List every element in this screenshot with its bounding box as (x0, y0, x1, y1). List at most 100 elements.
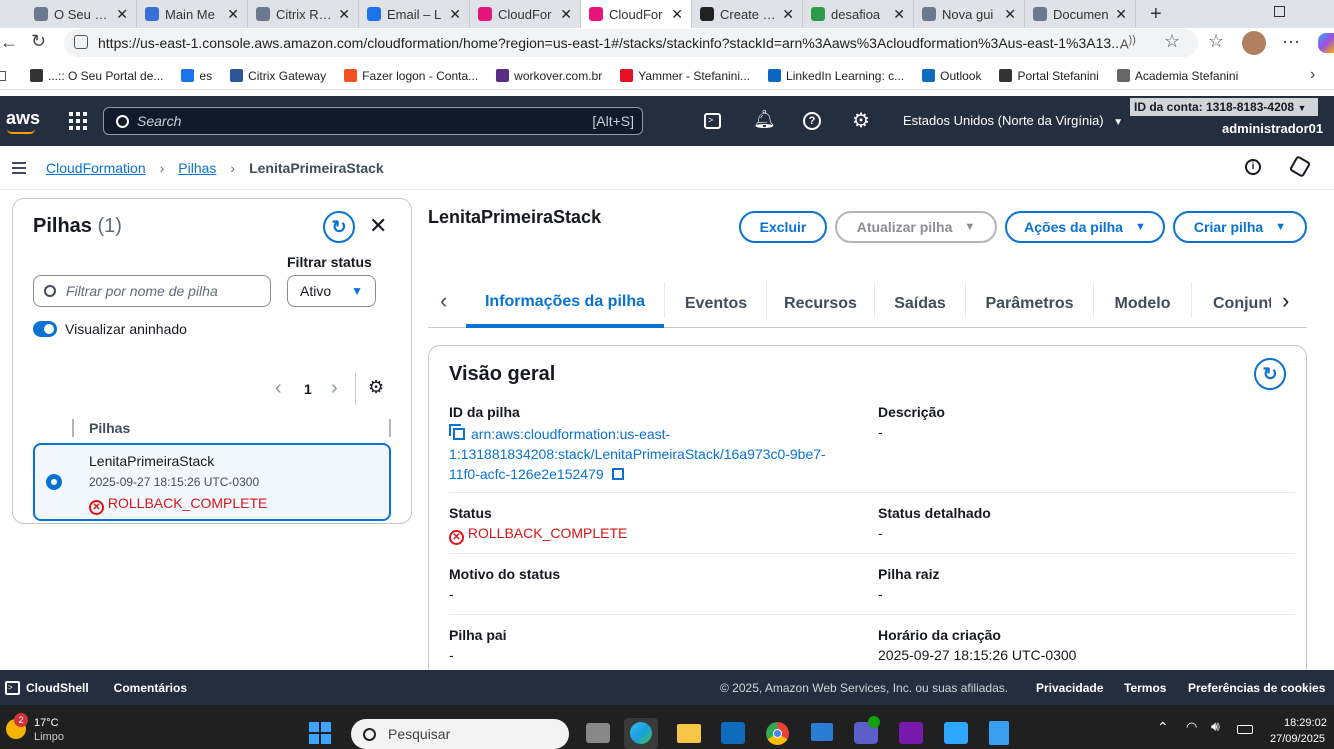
tab-close-icon[interactable]: ✕ (782, 6, 794, 23)
tab-events[interactable]: Eventos (666, 280, 766, 328)
more-menu-icon[interactable]: ··· (1282, 31, 1300, 52)
external-link-icon[interactable] (611, 468, 624, 480)
aws-search-input[interactable]: Search [Alt+S] (103, 107, 643, 135)
info-icon[interactable]: i (1245, 159, 1261, 175)
browser-tab[interactable]: Documen ✕ (1025, 0, 1136, 28)
update-stack-button[interactable]: Atualizar pilha ▼ (835, 211, 997, 243)
help-icon[interactable]: ? (803, 112, 821, 130)
notifications-panel-icon[interactable] (1288, 155, 1312, 178)
tab-close-icon[interactable]: ✕ (116, 6, 128, 23)
bookmark-item[interactable]: es (181, 69, 212, 83)
refresh-button[interactable]: ↻ (323, 211, 355, 243)
tabs-scroll-left-icon[interactable]: ‹ (440, 288, 447, 314)
chrome-taskbar-icon[interactable] (766, 722, 789, 745)
refresh-icon[interactable]: ↻ (31, 31, 46, 52)
overview-refresh-button[interactable]: ↻ (1254, 358, 1286, 390)
tab-close-icon[interactable]: ✕ (449, 6, 461, 23)
browser-tab[interactable]: CloudFor ✕ (470, 0, 581, 28)
copy-icon[interactable] (453, 428, 465, 440)
bookmark-item[interactable]: LinkedIn Learning: c... (768, 69, 904, 83)
bookmark-item[interactable]: Citrix Gateway (230, 69, 326, 83)
tab-change-sets[interactable]: Conjunt (1213, 280, 1271, 328)
breadcrumb-pilhas[interactable]: Pilhas (178, 160, 216, 176)
account-id-badge[interactable]: ID da conta: 1318-8183-4208 ▼ (1130, 98, 1318, 116)
site-info-icon[interactable] (74, 35, 88, 49)
feedback-link[interactable]: Comentários (114, 681, 187, 695)
bookmark-item[interactable]: Yammer - Stefanini... (620, 69, 750, 83)
notifications-bell-icon[interactable]: 🔔︎ (753, 109, 776, 130)
url-field[interactable]: https://us-east-1.console.aws.amazon.com… (64, 29, 1198, 57)
new-tab-button[interactable]: + (1150, 3, 1162, 26)
vscode-taskbar-icon[interactable] (944, 722, 968, 744)
stack-radio-selected[interactable] (46, 474, 62, 490)
tab-close-icon[interactable]: ✕ (338, 6, 350, 23)
teams-taskbar-icon[interactable] (854, 716, 880, 744)
tab-outputs[interactable]: Saídas (875, 280, 965, 328)
bookmark-item[interactable]: Outlook (922, 69, 981, 83)
bookmark-item[interactable]: ...:: O Seu Portal de... (30, 69, 163, 83)
read-aloud-icon[interactable]: A)) (1120, 34, 1136, 51)
bookmark-item[interactable]: workover.com.br (496, 69, 602, 83)
weather-widget[interactable]: 2 17°C Limpo (4, 713, 84, 745)
browser-tab[interactable]: desafioa ✕ (803, 0, 914, 28)
outlook-taskbar-icon[interactable] (721, 722, 745, 744)
onenote-taskbar-icon[interactable] (899, 722, 923, 744)
windows-start-icon[interactable] (309, 722, 331, 744)
browser-tab[interactable]: Citrix Rec ✕ (248, 0, 359, 28)
browser-tab[interactable]: CloudFor ✕ (581, 0, 692, 28)
column-header-stacks[interactable]: Pilhas (89, 420, 130, 436)
stack-actions-button[interactable]: Ações da pilha ▼ (1005, 211, 1165, 243)
bookmarks-edge-icon[interactable] (0, 70, 6, 81)
favorite-star-icon[interactable]: ☆ (1164, 31, 1180, 52)
delete-stack-button[interactable]: Excluir (739, 211, 827, 243)
tab-parameters[interactable]: Parâmetros (966, 280, 1093, 328)
pagination-next-icon[interactable]: › (331, 377, 338, 400)
side-nav-menu-icon[interactable] (12, 161, 26, 174)
bookmarks-more-chevron-icon[interactable]: › (1310, 66, 1315, 84)
back-icon[interactable]: ← (0, 32, 18, 53)
tab-close-icon[interactable]: ✕ (1115, 6, 1127, 23)
close-icon[interactable]: ✕ (369, 213, 387, 239)
copilot-icon[interactable] (1318, 33, 1334, 53)
remote-desktop-icon[interactable] (811, 723, 833, 741)
services-grid-icon[interactable] (69, 112, 87, 130)
notepad-taskbar-icon[interactable] (989, 721, 1009, 745)
terms-link[interactable]: Termos (1124, 681, 1166, 695)
nested-view-toggle[interactable] (33, 321, 57, 337)
tab-template[interactable]: Modelo (1094, 280, 1191, 328)
region-selector[interactable]: Estados Unidos (Norte da Virgínia) ▼ (903, 113, 1123, 128)
edge-taskbar-icon[interactable] (624, 718, 658, 749)
volume-icon[interactable]: 🔊︎ (1211, 718, 1220, 735)
create-stack-button[interactable]: Criar pilha ▼ (1173, 211, 1307, 243)
cloudshell-nav-icon[interactable]: > (704, 113, 721, 129)
tabs-scroll-right-icon[interactable]: › (1282, 288, 1289, 314)
privacy-link[interactable]: Privacidade (1036, 681, 1103, 695)
stack-id-value[interactable]: arn:aws:cloudformation:us-east- 1:131881… (449, 424, 859, 484)
tab-close-icon[interactable]: ✕ (893, 6, 905, 23)
wifi-icon[interactable]: ◠ (1186, 719, 1197, 735)
table-preferences-gear-icon[interactable]: ⚙ (368, 377, 384, 398)
bookmark-item[interactable]: Fazer logon - Conta... (344, 69, 478, 83)
pagination-prev-icon[interactable]: ‹ (275, 377, 282, 400)
browser-tab[interactable]: Nova gui ✕ (914, 0, 1025, 28)
bookmark-item[interactable]: Academia Stefanini (1116, 69, 1238, 83)
bookmark-item[interactable]: Portal Stefanini (999, 69, 1099, 83)
restore-window-icon[interactable] (1274, 6, 1285, 17)
cloudshell-link[interactable]: CloudShell (26, 681, 89, 695)
breadcrumb-cloudformation[interactable]: CloudFormation (46, 160, 146, 176)
pagination-current-page[interactable]: 1 (304, 381, 312, 397)
stack-row-selected[interactable]: LenitaPrimeiraStack 2025-09-27 18:15:26 … (33, 443, 391, 521)
cookie-preferences-link[interactable]: Preferências de cookies (1188, 681, 1325, 695)
tab-close-icon[interactable]: ✕ (227, 6, 239, 23)
browser-tab[interactable]: Email – L ✕ (359, 0, 470, 28)
status-filter-select[interactable]: Ativo ▼ (287, 275, 376, 307)
clock-date[interactable]: 27/09/2025 (1270, 733, 1325, 745)
browser-tab[interactable]: Create co ✕ (692, 0, 803, 28)
tray-chevron-icon[interactable]: ⌃ (1157, 719, 1169, 736)
battery-icon[interactable] (1237, 725, 1253, 734)
clock-time[interactable]: 18:29:02 (1284, 717, 1327, 729)
taskbar-search[interactable]: Pesquisar (351, 719, 569, 749)
tab-close-icon[interactable]: ✕ (560, 6, 572, 23)
tab-close-icon[interactable]: ✕ (671, 6, 683, 23)
tab-close-icon[interactable]: ✕ (1004, 6, 1016, 23)
